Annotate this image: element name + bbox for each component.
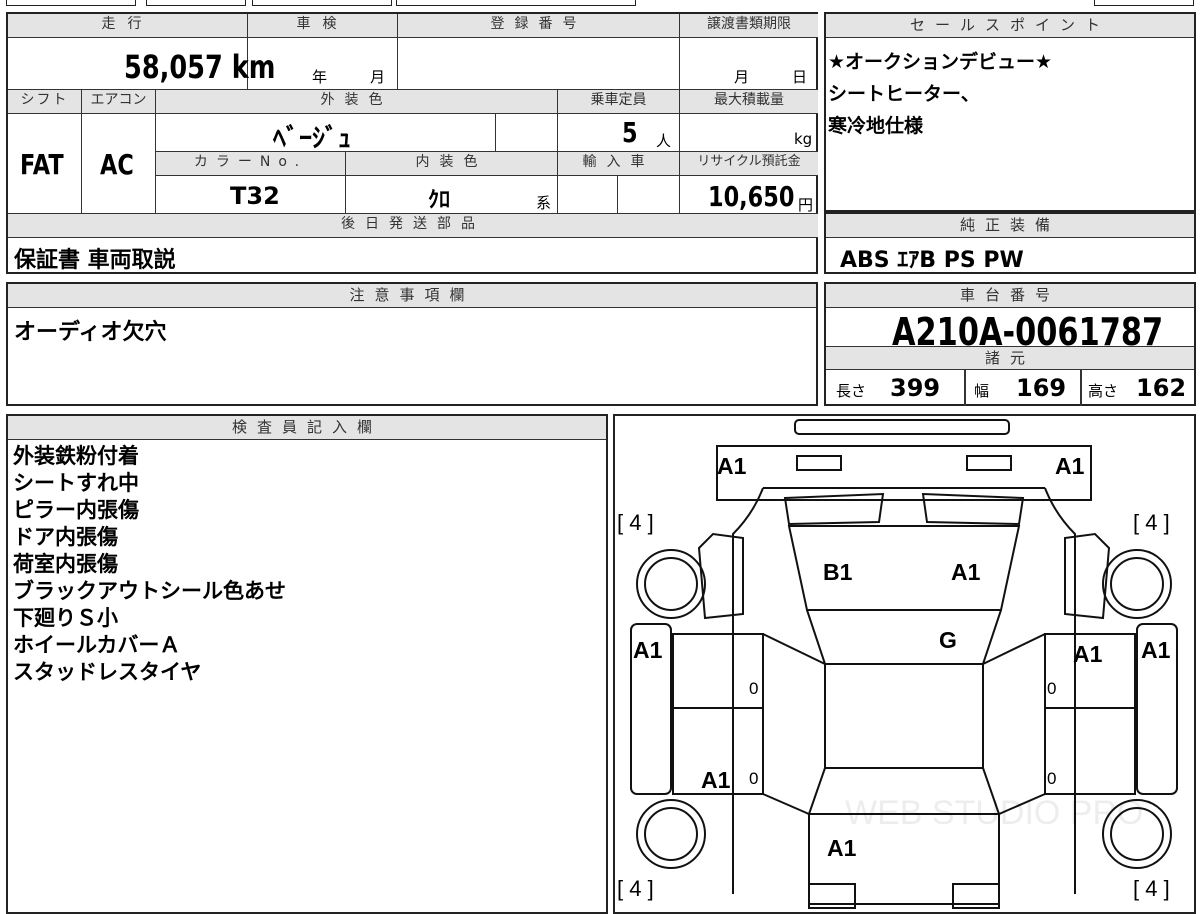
exterior-color-value: ﾍﾞｰｼﾞｭ [273, 124, 352, 154]
sales-points-box: セールスポイント ★オークションデビュー★ シートヒーター、 寒冷地仕様 [824, 12, 1196, 212]
capacity-value: 5 [622, 116, 638, 149]
chassis-number-label: 車台番号 [826, 284, 1194, 308]
car-diagram-box: WEB STUDIO PRO A1 A1 B1 A1 G A1 A1 A1 A1… [613, 414, 1196, 914]
tire-tread-front-left: [ 4 ] [617, 510, 654, 535]
recycle-fee-unit: 円 [798, 196, 814, 214]
top-strip [0, 0, 1200, 8]
damage-mark: A1 [701, 767, 731, 793]
capacity-unit: 人 [656, 132, 672, 150]
transfer-deadline-label: 譲渡書類期限 [680, 14, 818, 38]
genuine-equipment-box: 純正装備 ABS ｴｱB PS PW [824, 212, 1196, 274]
recycle-fee-label: リサイクル預託金 [680, 152, 818, 176]
notes-label: 注意事項欄 [8, 284, 816, 308]
transfer-day-unit: 日 [792, 68, 808, 86]
genuine-equipment-label: 純正装備 [826, 214, 1194, 238]
aircon-label: エアコン [82, 90, 156, 114]
sales-points-list: ★オークションデビュー★ シートヒーター、 寒冷地仕様 [828, 46, 1052, 142]
import-label: 輸入車 [558, 152, 680, 176]
max-load-unit: kg [794, 130, 813, 148]
recycle-fee-value: 10,650 [708, 180, 795, 213]
transfer-month-unit: 月 [734, 68, 750, 86]
registration-label: 登録番号 [398, 14, 680, 38]
interior-color-label: 内装色 [346, 152, 558, 176]
inspector-notes-list: 外装鉄粉付着 シートすれ中 ピラー内張傷 ドア内張傷 荷室内張傷 ブラックアウト… [13, 443, 286, 686]
damage-mark: G [939, 627, 957, 653]
tire-tread-rear-left: [ 4 ] [617, 876, 654, 901]
inspection-year-unit: 年 [312, 68, 328, 86]
exterior-color-label: 外装色 [156, 90, 558, 114]
zero-mark: 0 [749, 769, 758, 788]
damage-mark: A1 [827, 835, 857, 861]
damage-mark: A1 [951, 559, 981, 585]
inspector-note-line: シートすれ中 [13, 471, 139, 495]
capacity-label: 乗車定員 [558, 90, 680, 114]
inspector-note-line: ホイールカバーＡ [13, 633, 181, 657]
watermark-text: WEB STUDIO PRO [845, 794, 1143, 832]
inspector-note-line: 荷室内張傷 [13, 552, 118, 576]
sales-point-line: シートヒーター、 [828, 83, 980, 105]
vehicle-info-grid: 走行 車検 登録番号 譲渡書類期限 58,057 km 年 月 月 日 シフト … [6, 12, 818, 274]
interior-color-value: ｸﾛ [428, 188, 451, 213]
inspector-notes-label: 検査員記入欄 [8, 416, 606, 440]
inspector-note-line: スタッドレスタイヤ [13, 660, 202, 684]
sales-point-line: ★オークションデビュー★ [828, 51, 1053, 73]
inspection-month-unit: 月 [370, 68, 386, 86]
damage-mark: A1 [1141, 637, 1171, 663]
inspector-note-line: ピラー内張傷 [13, 498, 139, 522]
damage-mark: A1 [1055, 453, 1085, 479]
height-value: 162 [1136, 374, 1187, 402]
damage-mark: B1 [823, 559, 853, 585]
inspector-note-line: ドア内張傷 [13, 525, 118, 549]
genuine-equipment-value: ABS ｴｱB PS PW [840, 248, 1024, 273]
max-load-label: 最大積載量 [680, 90, 818, 114]
zero-mark: 0 [749, 679, 758, 698]
later-parts-label: 後日発送部品 [8, 214, 818, 238]
inspector-notes-box: 検査員記入欄 外装鉄粉付着 シートすれ中 ピラー内張傷 ドア内張傷 荷室内張傷 … [6, 414, 608, 914]
width-label: 幅 [974, 382, 990, 400]
damage-mark: A1 [717, 453, 747, 479]
later-parts-value: 保証書 車両取説 [14, 248, 176, 273]
length-value: 399 [890, 374, 941, 402]
shift-value: FAT [20, 148, 64, 181]
damage-mark: A1 [1073, 641, 1103, 667]
damage-mark: A1 [1133, 453, 1163, 479]
interior-color-unit: 系 [536, 194, 552, 212]
tire-tread-front-right: [ 4 ] [1133, 510, 1170, 535]
notes-value: オーディオ欠穴 [14, 320, 167, 345]
inspector-note-line: ブラックアウトシール色あせ [13, 579, 286, 603]
tire-tread-rear-right: [ 4 ] [1133, 876, 1170, 901]
inspection-label: 車検 [248, 14, 398, 38]
car-diagram: WEB STUDIO PRO A1 A1 B1 A1 G A1 A1 A1 A1… [617, 419, 1178, 909]
color-no-label: カラーNo. [156, 152, 346, 176]
sales-point-line: 寒冷地仕様 [828, 115, 924, 137]
notes-box: 注意事項欄 オーディオ欠穴 [6, 282, 818, 406]
shift-label: シフト [8, 90, 82, 114]
sales-points-label: セールスポイント [826, 14, 1194, 38]
zero-mark: 0 [1047, 769, 1056, 788]
inspector-note-line: 外装鉄粉付着 [13, 444, 139, 468]
zero-mark: 0 [1047, 679, 1056, 698]
length-label: 長さ [836, 382, 867, 400]
chassis-box: 車台番号 A210A-0061787 諸元 長さ 399 幅 169 高さ 16… [824, 282, 1196, 406]
inspector-note-line: 下廻りＳ小 [13, 606, 118, 630]
color-no-value: T32 [230, 182, 280, 210]
height-label: 高さ [1088, 382, 1119, 400]
aircon-value: AC [100, 148, 134, 181]
specs-label: 諸元 [826, 346, 1194, 370]
width-value: 169 [1016, 374, 1067, 402]
mileage-label: 走行 [8, 14, 248, 38]
damage-mark: A1 [633, 637, 663, 663]
